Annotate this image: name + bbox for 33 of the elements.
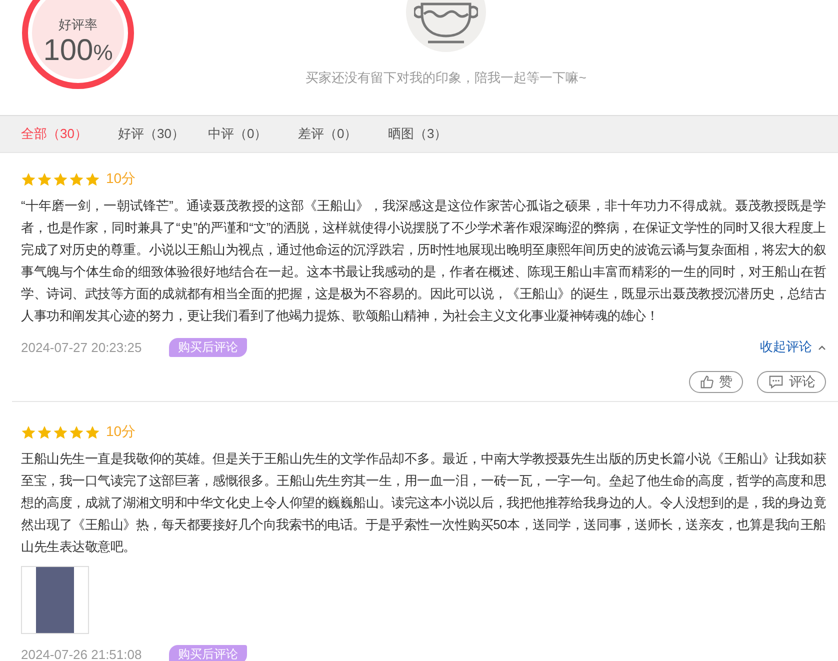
caret-icon (818, 344, 826, 350)
star-icon (53, 424, 68, 440)
review-score: 10分 (106, 423, 136, 441)
bowl-icon (414, 0, 478, 44)
like-button[interactable]: 赞 (689, 371, 743, 393)
filter-tab[interactable]: 好评（30） (118, 125, 208, 143)
purchase-badge: 购买后评论 (169, 338, 247, 356)
review-text: 王船山先生一直是我敬仰的英雄。但是关于王船山先生的文学作品却不多。最近，中南大学教授聂先生出版的历史长篇小说《王船山》让我如获至宝，我一口气读完了这部巨著，感慨很多。王船山先生穷其一生，用一血一泪，一砖一瓦，一字一句。垒起了他生命的高度，哲学的高度和思想的高度，成就了湖湘文明和中华文化史上令人仰望的巍巍船山。读完这本小说以后，我把他推荐给我身边的人。令人没想到的是，我的身边竟然出现了《王船山》热，每天都要接好几个向我索书的电话。于是乎索性一次性购买50本，送同学，送同事，送师长，送亲友，也算是我向王船山先生表达敬意吧。 (21, 450, 826, 556)
filter-tab[interactable]: 差评（0） (298, 125, 388, 143)
star-icon (37, 172, 52, 186)
review-date: 2024-07-26 21:51:08 (21, 646, 143, 661)
filter-tab[interactable]: 中评（0） (208, 125, 298, 143)
collapse-link[interactable]: 收起评论 (760, 338, 826, 356)
review-date: 2024-07-27 20:23:25 (21, 340, 143, 354)
star-icon (85, 424, 100, 440)
review-text: “十年磨一剑，一朝试锋芒”。通读聂茂教授的这部《王船山》，我深感这是这位作家苦心孤诣之硕果，非十年功力不得成就。聂茂教授既是学者，也是作家，同时兼具了“史”的严谨和“文”的洒脱，这样就使得小说摆脱了不少学术著作艰深晦涩的弊病，在保证文学性的同时又很大程度上完成了对历史的尊重。小说以王船山为视点，通过他命运的沉浮跌宕，历时性地展现出晚明至康熙年间历史的波诡云谲与复杂面相，将宏大的叙事气魄与个体生命的细致体验很好地结合在一起。这本书最让我感动的是，作者在概述、陈现王船山丰富而精彩的一生的同时，对王船山在哲学、诗词、武技等方面的成就都有相当全面的把握，这是极为不容易的。因此可以说，《王船山》的诞生，既显示出聂茂教授沉潜历史，总结古人事功和阐发其心迹的努力，更让我们看到了他竭力提炼、歌颂船山精神，为社会主义文化事业凝神铸魂的雄心！ (21, 197, 826, 325)
star-icon (21, 424, 36, 440)
filter-tab[interactable]: 晒图（3） (388, 125, 478, 143)
purchase-badge: 购买后评论 (169, 644, 247, 661)
star-icon (69, 424, 84, 440)
star-icon (21, 172, 36, 186)
rating-label: 好评率 (58, 16, 98, 34)
star-icon (85, 172, 100, 186)
review-score: 10分 (106, 170, 136, 188)
star-icon (37, 424, 52, 440)
empty-state-message: 买家还没有留下对我的印象，陪我一起等一下嘛~ (306, 69, 586, 87)
rating-value: 100% (43, 34, 113, 69)
star-icon (69, 172, 84, 186)
comment-button[interactable]: 评论 (757, 371, 826, 393)
star-icon (53, 172, 68, 186)
photo-thumbnail[interactable] (21, 566, 89, 634)
comment-icon (768, 375, 784, 389)
thumbs-up-icon (700, 375, 714, 389)
